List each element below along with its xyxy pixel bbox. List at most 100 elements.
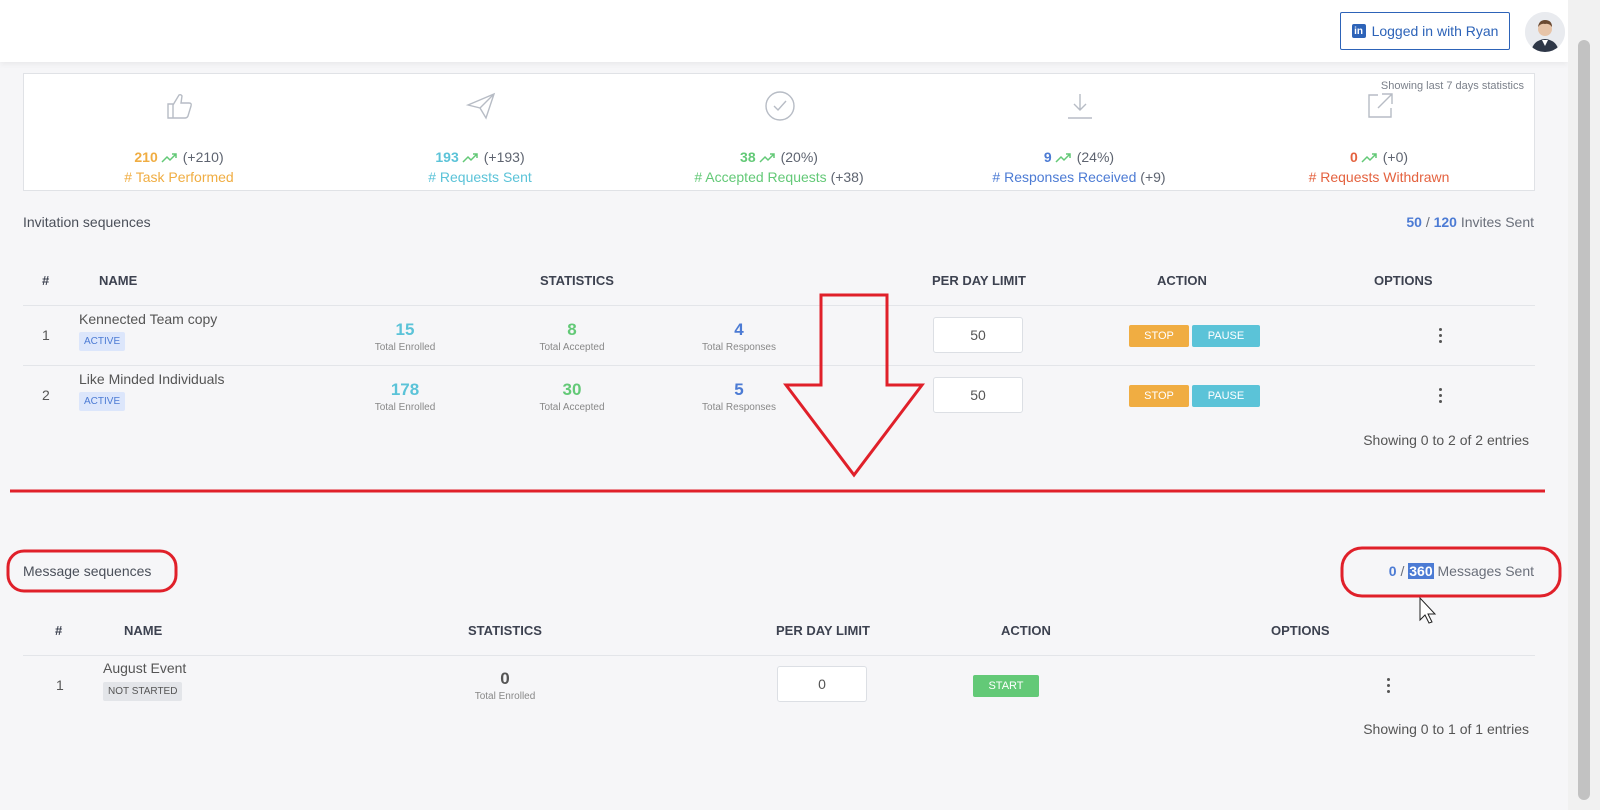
trend-up-icon [1361, 153, 1377, 163]
per-day-limit-input[interactable] [777, 666, 867, 702]
stat-requests-withdrawn: 0 (+0) # Requests Withdrawn [1228, 74, 1530, 192]
column-header-name[interactable]: NAME [124, 623, 162, 638]
stat-accepted-requests: 38 (20%) # Accepted Requests (+38) [628, 74, 930, 192]
user-avatar-icon [1525, 12, 1565, 52]
metric-enrolled: 0 Total Enrolled [450, 669, 560, 702]
messages-separator: / [1400, 563, 1405, 579]
column-header-action: ACTION [1001, 623, 1051, 638]
metric-label: Total Enrolled [374, 402, 436, 413]
message-sequences-title: Message sequences [23, 563, 152, 579]
per-day-limit-input[interactable] [933, 377, 1023, 413]
messages-suffix: Messages Sent [1437, 563, 1535, 579]
metric-label: Total Responses [702, 402, 776, 413]
stat-delta: (+0) [1382, 149, 1409, 165]
column-header-limit: PER DAY LIMIT [932, 273, 1026, 288]
pause-button[interactable]: PAUSE [1192, 385, 1260, 407]
stat-responses-received: 9 (24%) # Responses Received (+9) [928, 74, 1230, 192]
top-bar: in Logged in with Ryan [0, 0, 1568, 62]
paper-plane-icon [465, 92, 496, 120]
messages-current: 0 [1388, 563, 1397, 579]
column-header-options: OPTIONS [1374, 273, 1433, 288]
stat-label: # Requests Withdrawn [1308, 169, 1450, 185]
sequence-name[interactable]: August Event [103, 660, 186, 676]
row-number: 1 [56, 677, 64, 693]
sequence-name[interactable]: Like Minded Individuals [79, 371, 225, 387]
trend-up-icon [759, 153, 775, 163]
stat-requests-sent: 193 (+193) # Requests Sent [329, 74, 631, 192]
thumbs-up-icon [167, 93, 192, 119]
messages-entries-info: Showing 0 to 1 of 1 entries [1363, 721, 1529, 737]
metric-value: 5 [734, 380, 744, 399]
stop-button[interactable]: STOP [1129, 325, 1189, 347]
column-header-num: # [55, 623, 63, 638]
per-day-limit-input[interactable] [933, 317, 1023, 353]
stat-extra: (+9) [1140, 169, 1166, 185]
stat-label: # Accepted Requests [694, 169, 827, 185]
invites-suffix: Invites Sent [1460, 214, 1534, 230]
metric-enrolled: 178 Total Enrolled [350, 380, 460, 413]
column-header-statistics: STATISTICS [540, 273, 614, 288]
stat-label: # Task Performed [124, 169, 234, 185]
row-number: 2 [42, 387, 50, 403]
table-divider [23, 365, 1535, 366]
stat-value: 38 [740, 149, 756, 165]
metric-label: Total Accepted [539, 402, 605, 413]
status-badge: ACTIVE [79, 392, 126, 411]
messages-total: 360 [1408, 563, 1434, 579]
messages-sent-counter: 0 / 360 Messages Sent [1389, 563, 1534, 579]
stat-delta: (20%) [780, 149, 818, 165]
stat-extra: (+38) [830, 169, 864, 185]
more-options-icon[interactable] [1383, 677, 1393, 695]
table-divider [23, 655, 1535, 656]
invites-current: 50 [1406, 214, 1422, 230]
column-header-statistics: STATISTICS [468, 623, 542, 638]
stat-label: # Requests Sent [428, 169, 532, 185]
annotation-down-arrow [782, 293, 926, 478]
metric-label: Total Accepted [539, 342, 605, 353]
column-header-action: ACTION [1157, 273, 1207, 288]
metric-label: Total Responses [702, 342, 776, 353]
stop-button[interactable]: STOP [1129, 385, 1189, 407]
sequence-name[interactable]: Kennected Team copy [79, 311, 217, 327]
trend-up-icon [161, 153, 177, 163]
scrollbar-thumb[interactable] [1578, 40, 1590, 800]
metric-responses: 4 Total Responses [684, 320, 794, 353]
column-header-options: OPTIONS [1271, 623, 1330, 638]
column-header-num: # [42, 273, 50, 288]
linkedin-login-label: Logged in with Ryan [1371, 23, 1499, 39]
external-link-icon [1368, 93, 1393, 118]
trend-up-icon [462, 153, 478, 163]
invites-sent-counter: 50 / 120 Invites Sent [1406, 214, 1534, 230]
metric-enrolled: 15 Total Enrolled [350, 320, 460, 353]
metric-responses: 5 Total Responses [684, 380, 794, 413]
more-options-icon[interactable] [1435, 387, 1445, 405]
avatar[interactable] [1525, 12, 1565, 52]
pause-button[interactable]: PAUSE [1192, 325, 1260, 347]
invitations-entries-info: Showing 0 to 2 of 2 entries [1363, 432, 1529, 448]
metric-value: 0 [500, 669, 510, 688]
table-divider [23, 305, 1535, 306]
start-button[interactable]: START [973, 675, 1039, 697]
invitation-sequences-title: Invitation sequences [23, 214, 151, 230]
stat-value: 210 [134, 149, 158, 165]
status-badge: NOT STARTED [103, 682, 183, 701]
stat-delta: (+210) [182, 149, 224, 165]
metric-value: 178 [390, 380, 420, 399]
linkedin-icon: in [1351, 24, 1366, 38]
metric-label: Total Enrolled [474, 691, 536, 702]
invites-separator: / [1425, 214, 1430, 230]
row-number: 1 [42, 327, 50, 343]
stat-value: 9 [1043, 149, 1052, 165]
trend-up-icon [1055, 153, 1071, 163]
metric-value: 8 [567, 320, 577, 339]
status-badge: ACTIVE [79, 332, 126, 351]
metric-value: 4 [734, 320, 744, 339]
more-options-icon[interactable] [1435, 327, 1445, 345]
metric-accepted: 30 Total Accepted [517, 380, 627, 413]
invites-total: 120 [1433, 214, 1457, 230]
metric-accepted: 8 Total Accepted [517, 320, 627, 353]
stats-panel: Showing last 7 days statistics 210 (+210)… [23, 73, 1535, 191]
column-header-name[interactable]: NAME [99, 273, 137, 288]
stat-delta: (+193) [483, 149, 525, 165]
linkedin-login-button[interactable]: in Logged in with Ryan [1340, 12, 1510, 50]
